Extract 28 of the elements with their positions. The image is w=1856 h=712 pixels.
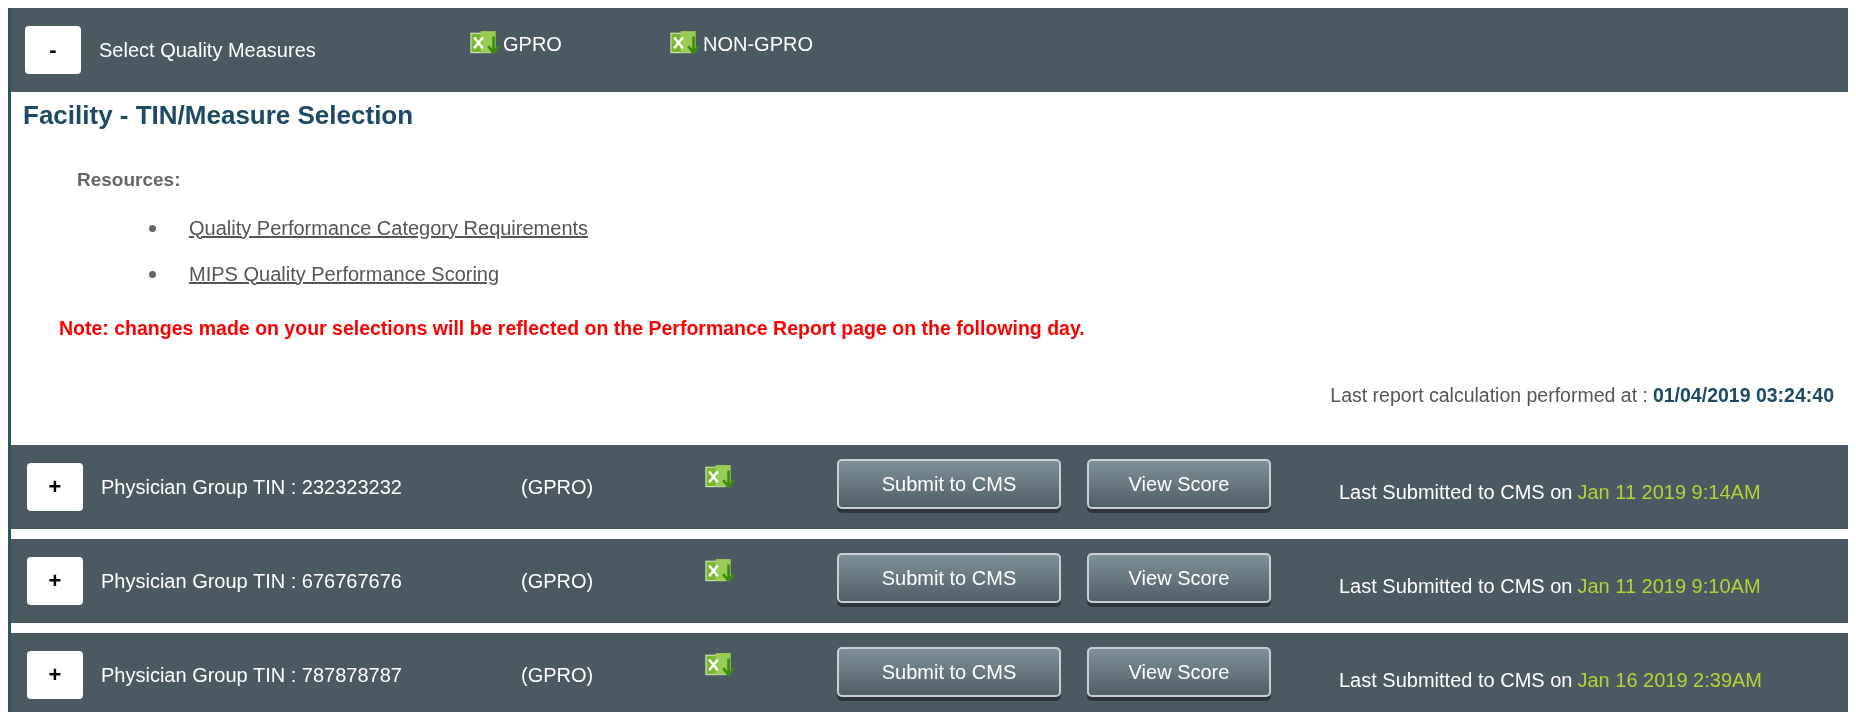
submitted-label: Last Submitted to CMS on [1339, 574, 1573, 597]
collapse-button[interactable]: - [25, 26, 81, 74]
resources-label: Resources: [77, 169, 182, 191]
submitted-date: Jan 11 2019 9:10AM [1577, 574, 1761, 597]
note-text: Note: changes made on your selections will be reflected on the Performance Report page on the following day. [59, 317, 1086, 340]
section-title: Facility - TIN/Measure Selection [23, 100, 415, 131]
export-link[interactable]: NON-GPRO [669, 30, 813, 58]
group-type: (GPRO) [521, 569, 595, 593]
submitted-label: Last Submitted to CMS on [1339, 668, 1573, 691]
resource-link[interactable]: MIPS Quality Performance Scoring [189, 262, 500, 286]
bullet-icon [149, 270, 156, 278]
calculation-label: Last report calculation performed at : [1330, 384, 1648, 406]
resource-link[interactable]: Quality Performance Category Requirements [189, 216, 589, 240]
expand-button[interactable]: + [27, 651, 83, 699]
export-link[interactable]: GPRO [469, 30, 669, 58]
expand-button[interactable]: + [27, 463, 83, 511]
tin-label: Physician Group TIN : 232323232 [101, 475, 403, 499]
bullet-icon [149, 224, 156, 232]
expand-button[interactable]: + [27, 557, 83, 605]
group-type: (GPRO) [521, 475, 595, 499]
submitted-date: Jan 11 2019 9:14AM [1577, 480, 1761, 503]
group-type: (GPRO) [521, 663, 595, 687]
calculation-timestamp: 01/04/2019 03:24:40 [1652, 384, 1834, 406]
submitted-date: Jan 16 2019 2:39AM [1577, 668, 1763, 691]
tin-label: Physician Group TIN : 787878787 [101, 663, 403, 687]
header-title: Select Quality Measures [99, 38, 317, 62]
submitted-label: Last Submitted to CMS on [1339, 480, 1573, 503]
tin-label: Physician Group TIN : 676767676 [101, 569, 403, 593]
